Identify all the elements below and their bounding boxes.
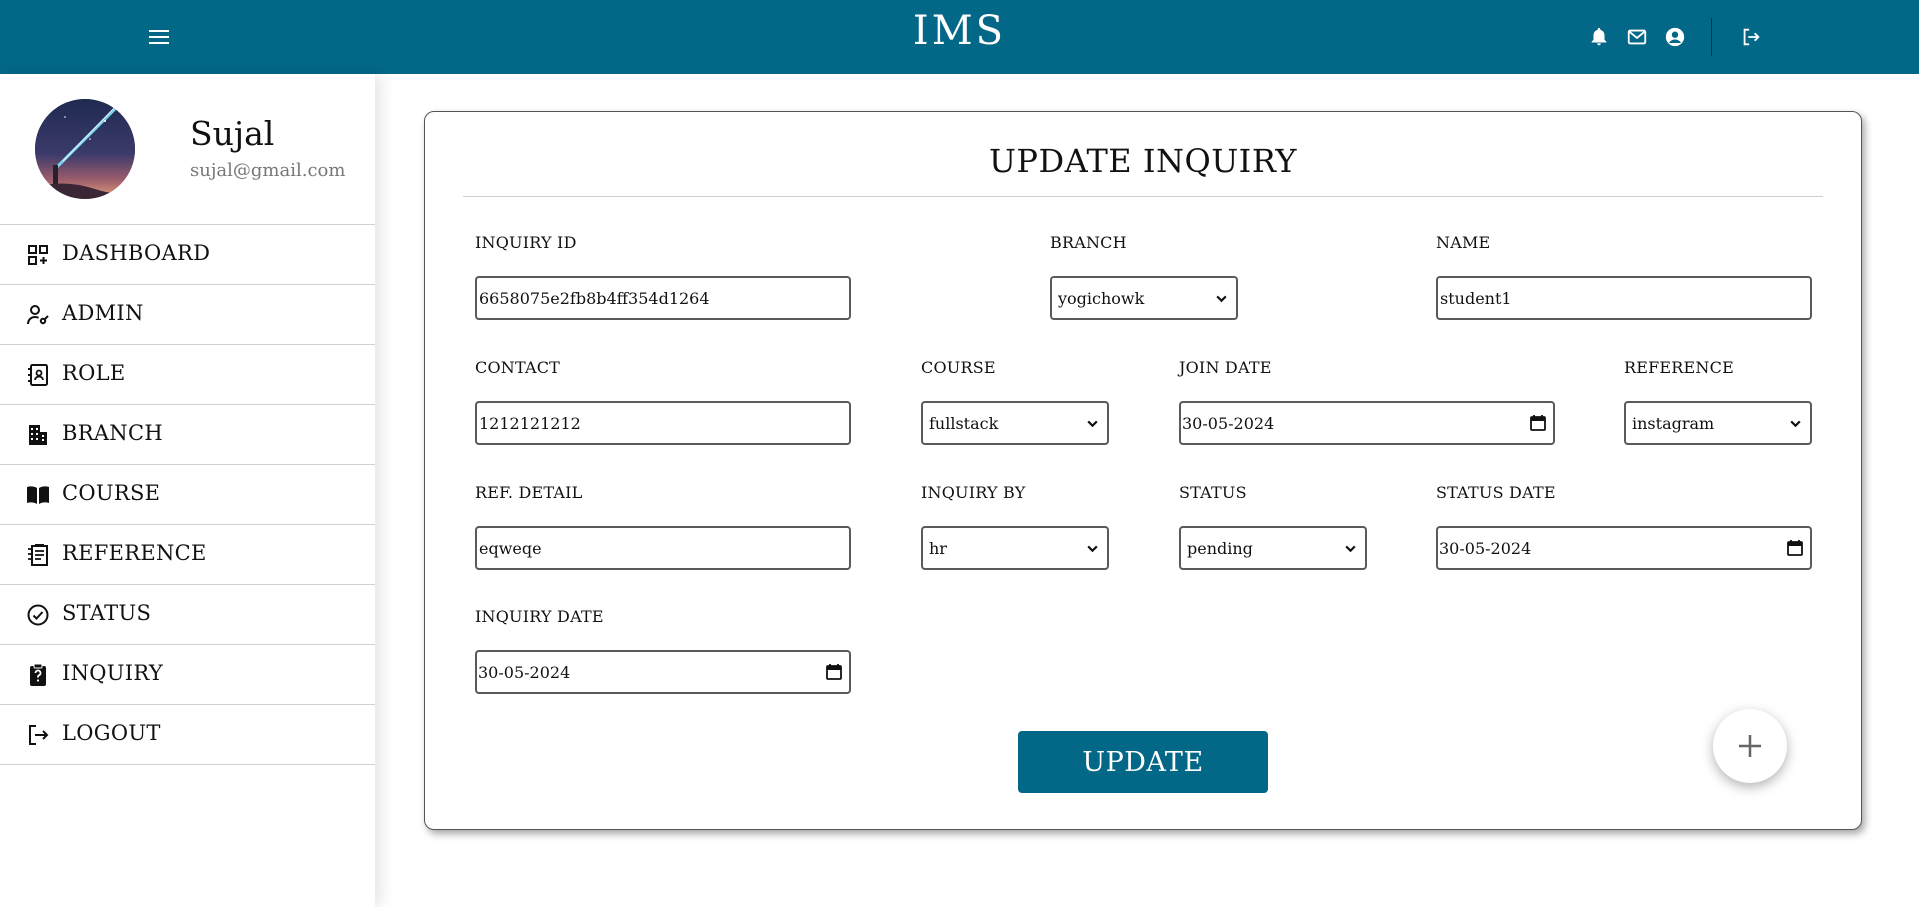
sidebar-item-reference[interactable]: REFERENCE	[0, 525, 375, 585]
inquiry-date-value: 30-05-2024	[478, 663, 571, 682]
inquiry-by-value: hr	[929, 539, 947, 558]
dashboard-icon	[26, 243, 50, 267]
check-circle-icon	[26, 603, 50, 627]
course-value: fullstack	[929, 414, 999, 433]
chevron-down-icon	[1345, 545, 1356, 553]
sidebar-item-label: ADMIN	[62, 301, 144, 325]
plus-icon	[1739, 735, 1761, 757]
sidebar-item-logout[interactable]: LOGOUT	[0, 705, 375, 765]
inquiry-id-input[interactable]	[478, 278, 849, 318]
course-select[interactable]: fullstack	[921, 401, 1109, 445]
chevron-down-icon	[1216, 295, 1227, 303]
add-button[interactable]	[1713, 709, 1787, 783]
calendar-icon[interactable]	[1529, 414, 1547, 432]
branch-value: yogichowk	[1058, 289, 1145, 308]
inquiry-id-label: INQUIRY ID	[475, 233, 577, 252]
sidebar-item-admin[interactable]: ADMIN	[0, 285, 375, 345]
sidebar-item-label: STATUS	[62, 601, 152, 625]
status-date-field[interactable]: 30-05-2024	[1436, 526, 1812, 570]
contact-field[interactable]	[475, 401, 851, 445]
avatar[interactable]	[35, 99, 135, 199]
reference-select[interactable]: instagram	[1624, 401, 1812, 445]
chevron-down-icon	[1790, 420, 1801, 428]
inquiry-by-label: INQUIRY BY	[921, 483, 1026, 502]
sidebar-item-course[interactable]: COURSE	[0, 465, 375, 525]
profile-email: sujal@gmail.com	[190, 160, 346, 181]
sidebar-item-branch[interactable]: BRANCH	[0, 405, 375, 465]
account-icon[interactable]	[1662, 24, 1688, 50]
status-date-label: STATUS DATE	[1436, 483, 1556, 502]
inquiry-date-field[interactable]: 30-05-2024	[475, 650, 851, 694]
logout-icon	[26, 723, 50, 747]
status-value: pending	[1187, 539, 1253, 558]
update-inquiry-card: UPDATE INQUIRY INQUIRY ID BRANCH yogicho…	[424, 111, 1862, 830]
profile-name: Sujal	[190, 114, 275, 153]
toolbar-divider	[1711, 18, 1712, 56]
name-input[interactable]	[1439, 278, 1810, 318]
join-date-field[interactable]: 30-05-2024	[1179, 401, 1555, 445]
inquiry-date-label: INQUIRY DATE	[475, 607, 604, 626]
mail-icon[interactable]	[1624, 24, 1650, 50]
sidebar-item-role[interactable]: ROLE	[0, 345, 375, 405]
sidebar-item-label: INQUIRY	[62, 661, 164, 685]
reference-label: REFERENCE	[1624, 358, 1734, 377]
name-label: NAME	[1436, 233, 1491, 252]
chevron-down-icon	[1087, 545, 1098, 553]
join-date-label: JOIN DATE	[1179, 358, 1272, 377]
course-label: COURSE	[921, 358, 996, 377]
update-button[interactable]: UPDATE	[1018, 731, 1268, 793]
profile-panel: Sujal sujal@gmail.com	[0, 74, 375, 225]
menu-icon[interactable]	[146, 24, 172, 50]
contact-label: CONTACT	[475, 358, 561, 377]
top-bar: IMS	[0, 0, 1919, 74]
contact-input[interactable]	[478, 403, 849, 443]
clipboard-question-icon	[26, 663, 50, 687]
sidebar-item-label: COURSE	[62, 481, 161, 505]
page-title: UPDATE INQUIRY	[988, 142, 1298, 180]
branch-select[interactable]: yogichowk	[1050, 276, 1238, 320]
sidebar: Sujal sujal@gmail.com DASHBOARD ADMIN RO…	[0, 74, 375, 907]
sidebar-item-label: LOGOUT	[62, 721, 161, 745]
ref-detail-field[interactable]	[475, 526, 851, 570]
sidebar-item-label: ROLE	[62, 361, 126, 385]
title-divider	[463, 196, 1823, 197]
sidebar-item-dashboard[interactable]: DASHBOARD	[0, 225, 375, 285]
admin-icon	[26, 303, 50, 327]
join-date-value: 30-05-2024	[1182, 414, 1275, 433]
sidebar-item-label: BRANCH	[62, 421, 163, 445]
calendar-icon[interactable]	[825, 663, 843, 681]
logout-icon[interactable]	[1738, 24, 1764, 50]
name-field[interactable]	[1436, 276, 1812, 320]
bell-icon[interactable]	[1586, 24, 1612, 50]
ref-detail-label: REF. DETAIL	[475, 483, 583, 502]
role-icon	[26, 363, 50, 387]
status-date-value: 30-05-2024	[1439, 539, 1532, 558]
sidebar-item-label: DASHBOARD	[62, 241, 211, 265]
inquiry-by-select[interactable]: hr	[921, 526, 1109, 570]
status-select[interactable]: pending	[1179, 526, 1367, 570]
reference-value: instagram	[1632, 414, 1715, 433]
sidebar-item-status[interactable]: STATUS	[0, 585, 375, 645]
calendar-icon[interactable]	[1786, 539, 1804, 557]
sidebar-item-label: REFERENCE	[62, 541, 207, 565]
ref-detail-input[interactable]	[478, 528, 849, 568]
branch-label: BRANCH	[1050, 233, 1127, 252]
reference-icon	[26, 543, 50, 567]
status-label: STATUS	[1179, 483, 1247, 502]
building-icon	[26, 423, 50, 447]
book-icon	[26, 483, 50, 507]
sidebar-item-inquiry[interactable]: INQUIRY	[0, 645, 375, 705]
chevron-down-icon	[1087, 420, 1098, 428]
inquiry-id-field[interactable]	[475, 276, 851, 320]
